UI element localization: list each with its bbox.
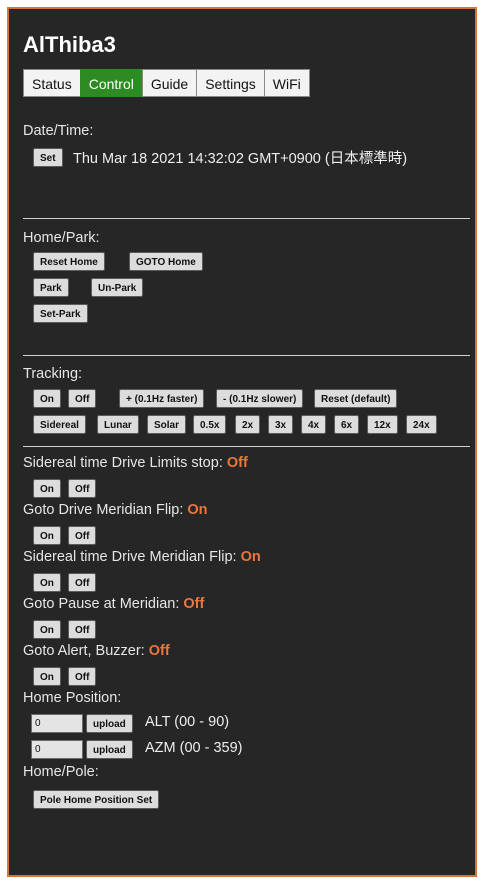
divider xyxy=(23,446,470,447)
unpark-button[interactable]: Un-Park xyxy=(91,278,144,297)
option-on-button[interactable]: On xyxy=(33,667,61,686)
rate-24x-button[interactable]: 24x xyxy=(406,415,437,434)
rate-sidereal-button[interactable]: Sidereal xyxy=(33,415,86,434)
rate-4x-button[interactable]: 4x xyxy=(301,415,327,434)
option-label: Sidereal time Drive Limits stop: Off xyxy=(23,455,248,471)
option-off-button[interactable]: Off xyxy=(68,667,97,686)
rate-3x-button[interactable]: 3x xyxy=(268,415,294,434)
rate-lunar-button[interactable]: Lunar xyxy=(97,415,139,434)
tab-settings[interactable]: Settings xyxy=(196,69,265,97)
divider xyxy=(23,218,470,219)
alt-input[interactable] xyxy=(31,714,83,733)
rate-2x-button[interactable]: 2x xyxy=(235,415,261,434)
datetime-heading: Date/Time: xyxy=(23,123,94,139)
alt-upload-button[interactable]: upload xyxy=(86,714,133,733)
tab-control[interactable]: Control xyxy=(79,69,143,97)
home-position-heading: Home Position: xyxy=(23,690,122,706)
datetime-value: Thu Mar 18 2021 14:32:02 GMT+0900 (日本標準時… xyxy=(73,151,408,167)
option-on-button[interactable]: On xyxy=(33,620,61,639)
rate-0-5x-button[interactable]: 0.5x xyxy=(193,415,227,434)
option-on-button[interactable]: On xyxy=(33,573,61,592)
tab-wifi[interactable]: WiFi xyxy=(263,69,310,97)
rate-6x-button[interactable]: 6x xyxy=(334,415,360,434)
reset-home-button[interactable]: Reset Home xyxy=(33,252,105,271)
tab-guide[interactable]: Guide xyxy=(141,69,198,97)
set-park-button[interactable]: Set-Park xyxy=(33,304,88,323)
option-label: Goto Pause at Meridian: Off xyxy=(23,596,205,612)
rate-reset-button[interactable]: Reset (default) xyxy=(314,389,398,408)
rate-12x-button[interactable]: 12x xyxy=(367,415,398,434)
tracking-off-button[interactable]: Off xyxy=(68,389,97,408)
tracking-on-button[interactable]: On xyxy=(33,389,61,408)
option-status-value: Off xyxy=(226,455,248,471)
rate-slower-button[interactable]: - (0.1Hz slower) xyxy=(216,389,304,408)
rate-faster-button[interactable]: + (0.1Hz faster) xyxy=(119,389,205,408)
option-status-value: Off xyxy=(183,596,205,612)
divider xyxy=(23,355,470,356)
azm-input[interactable] xyxy=(31,740,83,759)
option-off-button[interactable]: Off xyxy=(68,479,97,498)
park-button[interactable]: Park xyxy=(33,278,69,297)
option-status-value: On xyxy=(187,502,208,518)
goto-home-button[interactable]: GOTO Home xyxy=(129,252,203,271)
option-label: Sidereal time Drive Meridian Flip: On xyxy=(23,549,261,565)
set-datetime-button[interactable]: Set xyxy=(33,148,63,167)
rate-solar-button[interactable]: Solar xyxy=(147,415,187,434)
option-status-value: On xyxy=(240,549,261,565)
tab-bar: Status Control Guide Settings WiFi xyxy=(23,69,310,97)
tracking-heading: Tracking: xyxy=(23,366,83,382)
option-on-button[interactable]: On xyxy=(33,526,61,545)
option-on-button[interactable]: On xyxy=(33,479,61,498)
pole-home-position-set-button[interactable]: Pole Home Position Set xyxy=(33,790,160,809)
option-status-value: Off xyxy=(148,643,170,659)
home-pole-heading: Home/Pole: xyxy=(23,764,99,780)
tab-status[interactable]: Status xyxy=(23,69,81,97)
option-off-button[interactable]: Off xyxy=(68,620,97,639)
option-off-button[interactable]: Off xyxy=(68,573,97,592)
azm-upload-button[interactable]: upload xyxy=(86,740,133,759)
home-park-heading: Home/Park: xyxy=(23,230,100,246)
option-label: Goto Alert, Buzzer: Off xyxy=(23,643,170,659)
option-label: Goto Drive Meridian Flip: On xyxy=(23,502,208,518)
option-off-button[interactable]: Off xyxy=(68,526,97,545)
azm-range-label: AZM (00 - 359) xyxy=(145,740,243,756)
app-title: AlThiba3 xyxy=(23,32,116,57)
alt-range-label: ALT (00 - 90) xyxy=(145,714,230,730)
